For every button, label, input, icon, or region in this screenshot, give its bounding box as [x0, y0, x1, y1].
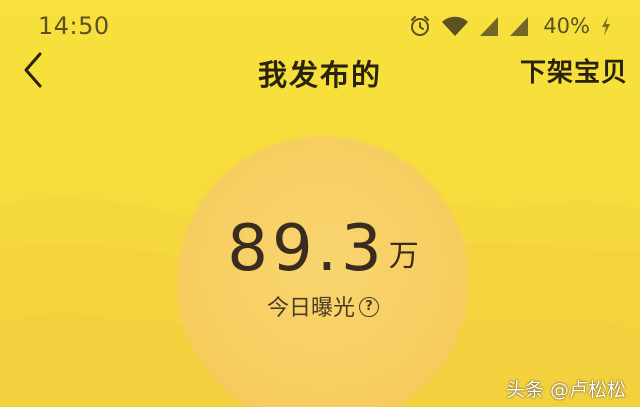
status-time: 14:50: [38, 12, 110, 40]
charging-icon: [600, 15, 612, 37]
watermark: 头条 @卢松松: [505, 379, 626, 401]
help-icon[interactable]: ?: [359, 297, 379, 317]
delisted-items-button[interactable]: 下架宝贝: [520, 52, 628, 89]
exposure-label: 今日曝光: [266, 296, 355, 321]
exposure-metric: 89.3 万: [178, 212, 468, 286]
wifi-icon: [441, 15, 469, 37]
exposure-unit: 万: [388, 239, 419, 274]
signal-icon: [479, 15, 499, 37]
battery-percentage: 40%: [543, 14, 590, 38]
status-icons: 40%: [409, 14, 612, 38]
signal-icon-secondary: [509, 15, 529, 37]
exposure-value: 89.3: [227, 212, 386, 286]
status-bar: 14:50 40%: [0, 0, 640, 52]
exposure-label-row: 今日曝光?: [178, 290, 468, 322]
alarm-icon: [409, 15, 431, 37]
